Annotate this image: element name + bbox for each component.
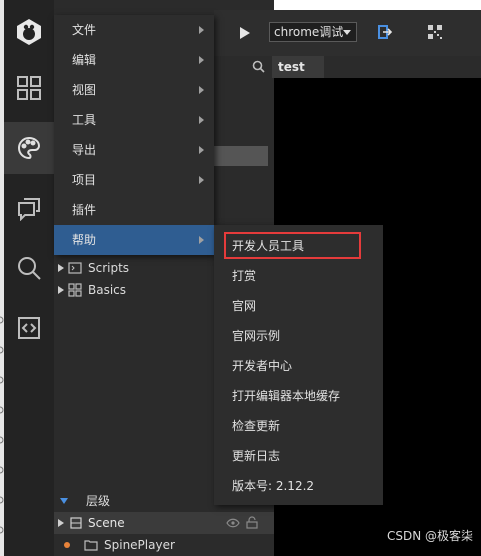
qrcode-icon[interactable] <box>427 24 443 40</box>
play-icon[interactable] <box>240 27 250 39</box>
menu-item-label: 插件 <box>72 203 97 217</box>
search-icon[interactable] <box>252 60 265 73</box>
chevron-right-icon <box>199 176 204 184</box>
tree-item-label: Basics <box>88 283 127 297</box>
node-label: SpinePlayer <box>104 538 175 552</box>
folder-icon <box>84 540 98 551</box>
script-folder-icon <box>68 262 82 274</box>
submenu-item-open-cache[interactable]: 打开编辑器本地缓存 <box>214 381 383 411</box>
submenu-item-changelog[interactable]: 更新日志 <box>214 441 383 471</box>
expand-icon[interactable] <box>58 264 64 272</box>
menu-item-label: 工具 <box>72 113 97 127</box>
status-dot-icon <box>64 542 70 548</box>
hierarchy-scene-row[interactable]: Scene <box>54 512 274 534</box>
tab-test[interactable]: test × <box>272 56 324 96</box>
menu-item-help[interactable]: 帮助 <box>54 225 214 255</box>
submenu-item-examples[interactable]: 官网示例 <box>214 321 383 351</box>
logo-icon[interactable] <box>4 6 54 58</box>
chevron-right-icon <box>199 146 204 154</box>
hierarchy-title: 层级 <box>86 494 111 508</box>
lock-icon[interactable] <box>246 516 258 529</box>
eye-icon[interactable] <box>226 518 240 528</box>
menu-item-tools[interactable]: 工具 <box>54 105 214 135</box>
chevron-right-icon <box>199 116 204 124</box>
menu-item-export[interactable]: 导出 <box>54 135 214 165</box>
tab-bar: test × <box>214 56 481 96</box>
activity-bar <box>4 0 54 556</box>
menu-item-label: 帮助 <box>72 233 97 247</box>
chevron-right-icon <box>199 86 204 94</box>
menu-item-label: 视图 <box>72 83 97 97</box>
export-icon[interactable] <box>377 24 393 40</box>
submenu-item-website[interactable]: 官网 <box>214 291 383 321</box>
menu-item-label: 导出 <box>72 143 97 157</box>
menu-item-file[interactable]: 文件 <box>54 15 214 45</box>
chevron-right-icon <box>199 26 204 34</box>
menu-item-project[interactable]: 项目 <box>54 165 214 195</box>
chevron-down-icon <box>343 30 351 35</box>
menu-item-view[interactable]: 视图 <box>54 75 214 105</box>
menu-item-label: 编辑 <box>72 53 97 67</box>
chevron-right-icon <box>199 56 204 64</box>
grid-icon[interactable] <box>4 62 54 114</box>
run-mode-select[interactable]: chrome调试 <box>269 22 357 42</box>
search-icon[interactable] <box>4 242 54 294</box>
chevron-right-icon <box>199 236 204 244</box>
submenu-item-version: 版本号: 2.12.2 <box>232 479 315 493</box>
run-mode-value: chrome调试 <box>274 25 344 39</box>
code-icon[interactable] <box>4 302 54 354</box>
palette-icon[interactable] <box>4 122 54 174</box>
tree-item-label: Scripts <box>88 261 130 275</box>
tab-label: test <box>278 60 305 74</box>
panel-selection-bar <box>214 146 268 166</box>
menu-item-edit[interactable]: 编辑 <box>54 45 214 75</box>
submenu-item-dev-center[interactable]: 开发者中心 <box>214 351 383 381</box>
hierarchy-node-row[interactable]: SpinePlayer <box>54 534 274 556</box>
watermark: CSDN @极客柒 <box>386 529 473 543</box>
help-submenu: 开发人员工具 打赏 官网 官网示例 开发者中心 打开编辑器本地缓存 检查更新 更… <box>214 225 383 505</box>
tree-item-basics[interactable]: Basics <box>54 279 214 301</box>
submenu-item-donate[interactable]: 打赏 <box>214 261 383 291</box>
expand-icon[interactable] <box>58 519 64 527</box>
menu-item-plugins[interactable]: 插件 <box>54 195 214 225</box>
submenu-item-devtools[interactable]: 开发人员工具 <box>214 231 383 261</box>
main-menu: 文件 编辑 视图 工具 导出 项目 插件 帮助 <box>54 15 214 255</box>
tree-item-scripts[interactable]: Scripts <box>54 257 214 279</box>
scene-label: Scene <box>88 516 125 530</box>
component-icon <box>68 283 82 297</box>
expand-icon[interactable] <box>58 286 64 294</box>
scene-icon <box>70 517 82 529</box>
menu-item-label: 文件 <box>72 23 97 37</box>
menu-item-label: 项目 <box>72 173 97 187</box>
chat-icon[interactable] <box>4 182 54 234</box>
submenu-item-check-update[interactable]: 检查更新 <box>214 411 383 441</box>
collapse-icon[interactable] <box>60 498 68 504</box>
